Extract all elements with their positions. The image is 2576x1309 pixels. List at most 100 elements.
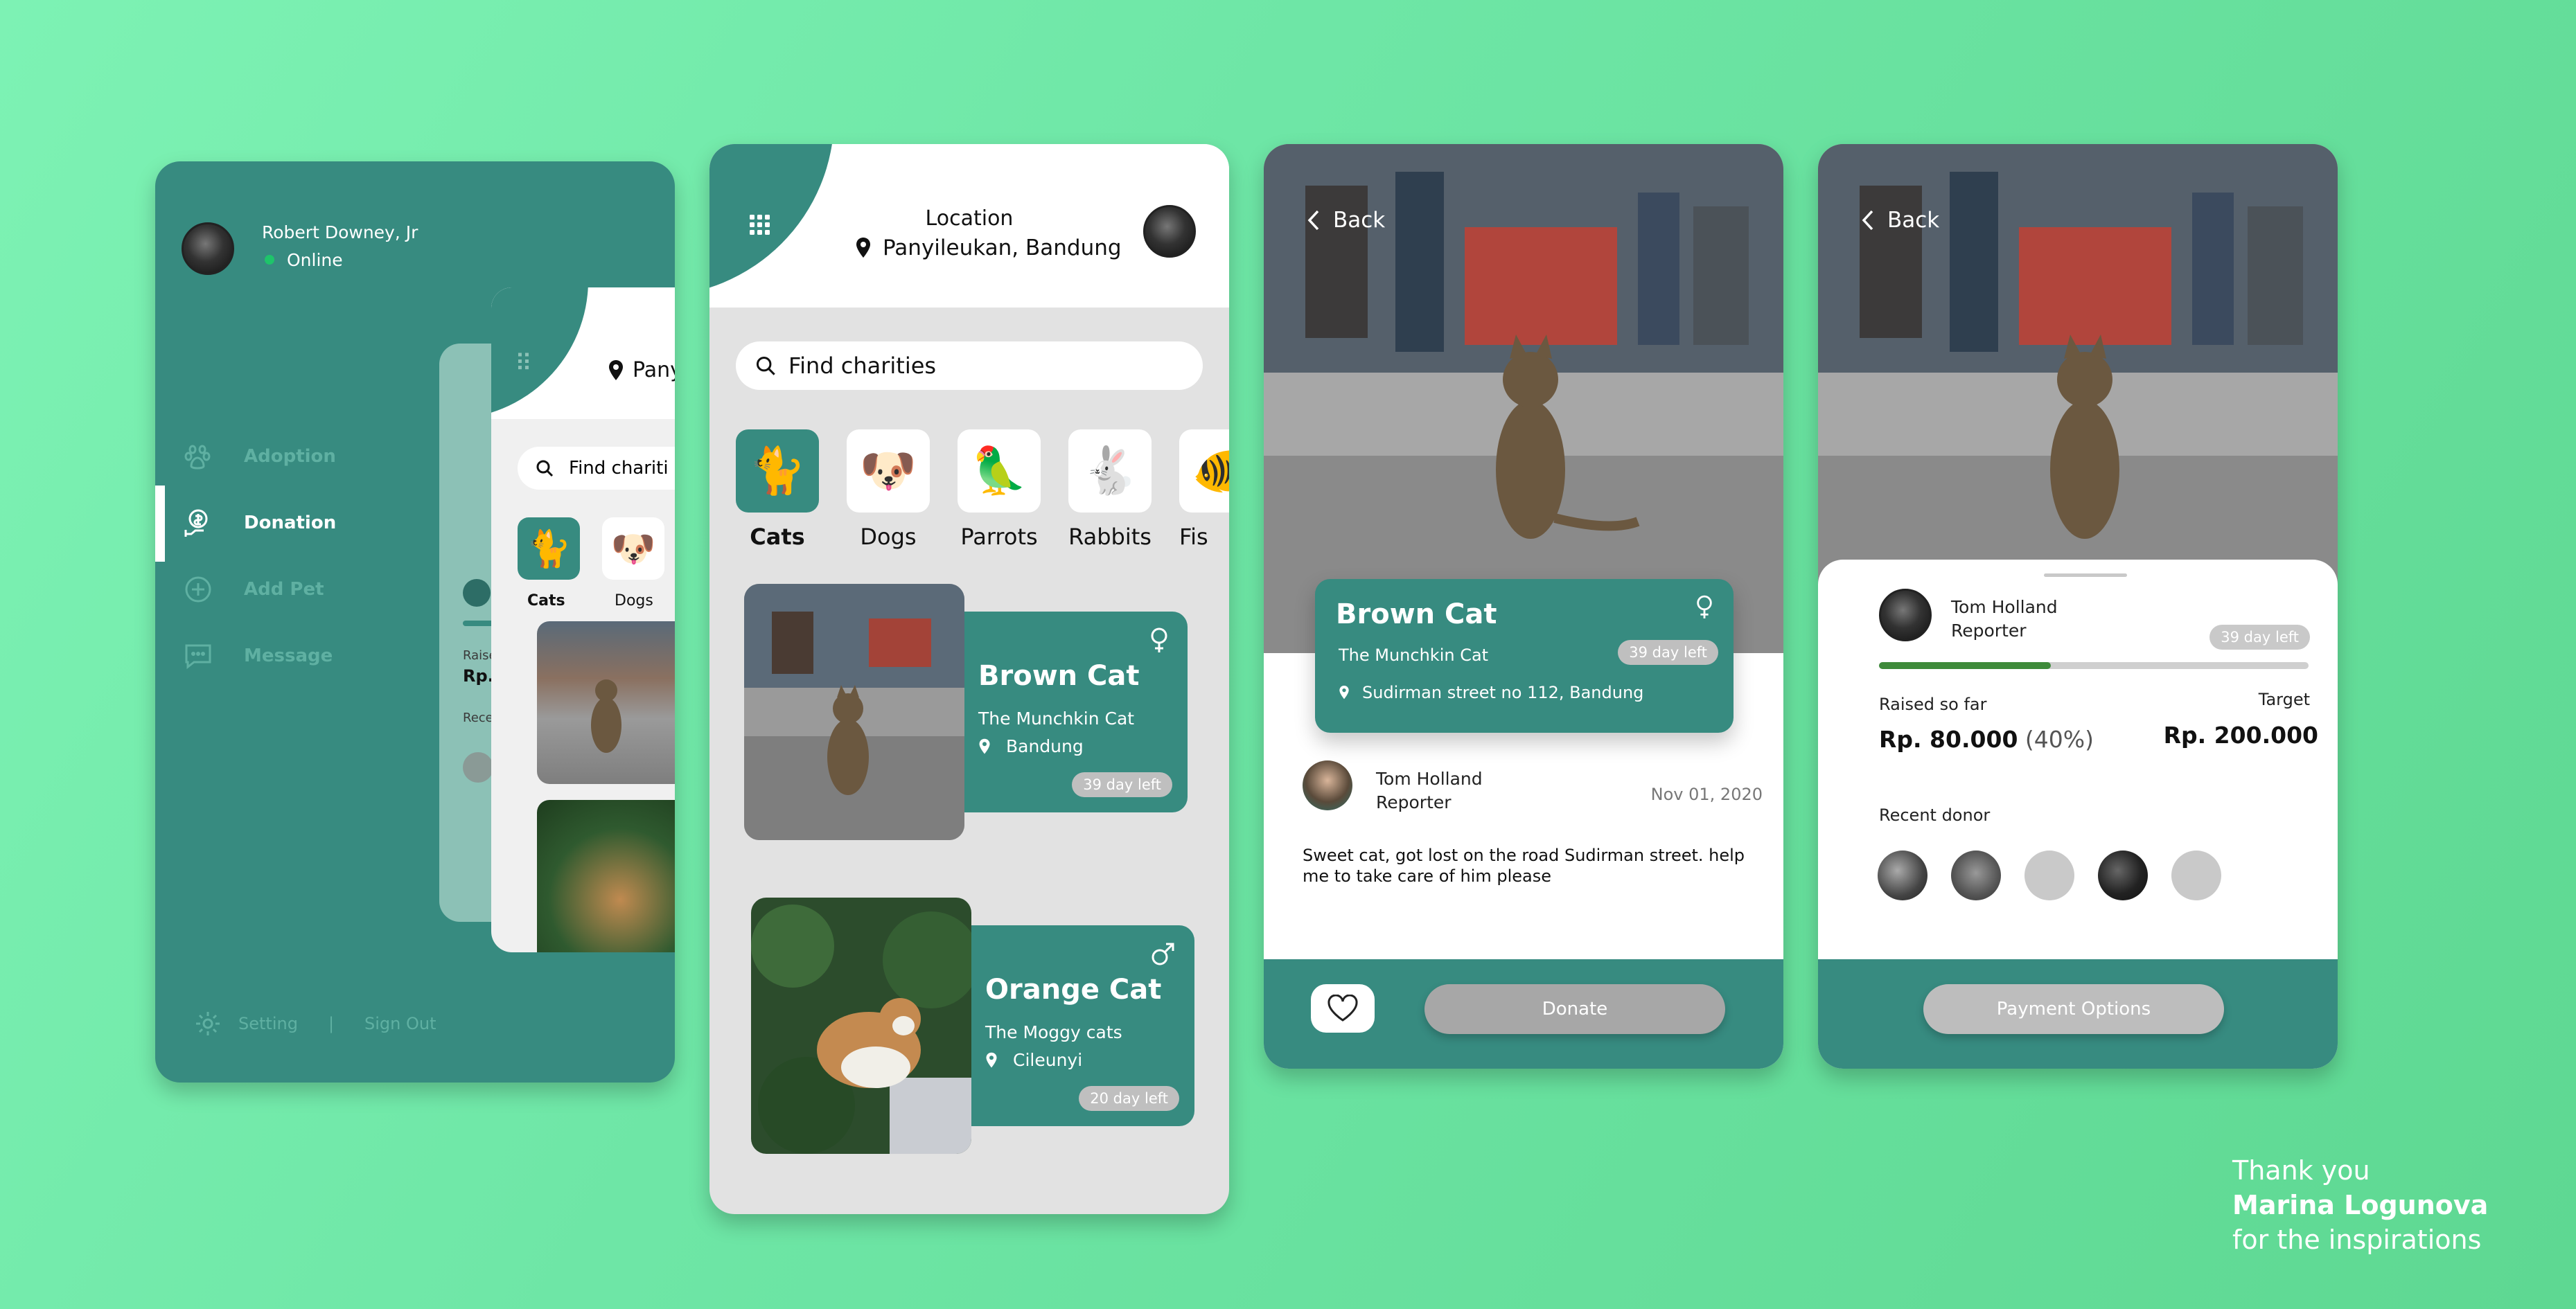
days-left-badge: 20 day left [1079, 1086, 1179, 1111]
setting-link[interactable]: Setting [238, 1014, 298, 1033]
menu-label-adoption: Adoption [244, 446, 336, 467]
pet-detail-screen: Back Brown Cat The Munchkin Cat 39 day l… [1264, 144, 1783, 1069]
profile-avatar[interactable] [1143, 205, 1196, 258]
online-status-dot [265, 255, 274, 265]
menu-item-message[interactable]: Message [183, 635, 333, 677]
donor-avatar[interactable] [2098, 851, 2148, 900]
donor-avatar[interactable] [1951, 851, 2001, 900]
chevron-left-icon [1862, 210, 1873, 231]
peek-avatar [463, 579, 491, 607]
dog-icon: 🐶 [847, 429, 930, 513]
peek-menu-icon[interactable]: ⠿ [515, 350, 533, 377]
days-left-badge: 39 day left [1618, 640, 1718, 665]
back-label: Back [1887, 208, 1940, 233]
paw-icon [184, 445, 211, 470]
menu-label-donation: Donation [244, 513, 337, 533]
footer-separator: | [328, 1014, 335, 1033]
reporter-role: Reporter [1951, 621, 2027, 641]
peek-search-text: Find chariti [569, 458, 669, 479]
female-icon [1697, 595, 1712, 618]
peek-recent-label: Rece [463, 711, 493, 725]
cat-icon: 🐈 [736, 429, 819, 513]
raised-label: Raised so far [1879, 695, 1987, 714]
credits-line-1: Thank you [2232, 1155, 2370, 1186]
favorite-button[interactable] [1311, 984, 1375, 1033]
search-icon [756, 356, 775, 375]
pet-breed: The Moggy cats [985, 1022, 1122, 1042]
category-fish[interactable]: 🐠 Fis [1179, 429, 1229, 550]
peek-orange-cat-photo[interactable] [537, 800, 675, 952]
pet-photo-brown-cat [744, 584, 964, 840]
location-value: Panyileukan, Bandung [883, 235, 1122, 260]
payment-options-button[interactable]: Payment Options [1923, 984, 2224, 1034]
search-placeholder: Find charities [788, 353, 937, 379]
parrot-icon: 🦜 [958, 429, 1041, 513]
donor-avatar[interactable] [2024, 851, 2074, 900]
credits-line-3: for the inspirations [2232, 1225, 2482, 1255]
pet-info-panel: Brown Cat The Munchkin Cat Bandung 39 da… [959, 612, 1188, 812]
category-rabbits[interactable]: 🐇 Rabbits [1068, 429, 1152, 550]
menu-label-message: Message [244, 645, 333, 666]
category-label: Rabbits [1068, 524, 1152, 550]
category-dogs[interactable]: 🐶 Dogs [847, 429, 930, 550]
female-icon [1151, 627, 1167, 652]
pet-name: Orange Cat [985, 974, 1162, 1006]
back-button[interactable]: Back [1307, 208, 1385, 233]
reporter-name: Tom Holland [1376, 769, 1483, 789]
peek-search[interactable]: Find chariti [518, 447, 675, 490]
peek-dogs-tile[interactable]: 🐶 [602, 517, 664, 580]
peek-cats-label: Cats [527, 592, 565, 609]
heart-icon [1327, 995, 1358, 1022]
pet-address: Sudirman street no 112, Bandung [1339, 683, 1643, 702]
category-cats[interactable]: 🐈 Cats [736, 429, 819, 550]
donate-button[interactable]: Donate [1424, 984, 1725, 1034]
user-status: Online [287, 250, 343, 270]
days-left-badge: 39 day left [1072, 772, 1172, 797]
donation-progress-track [1879, 662, 2309, 669]
pet-card-orange-cat[interactable]: Orange Cat The Moggy cats Cileunyi 20 da… [751, 898, 1194, 1154]
peek-location: Pany [608, 358, 675, 382]
user-avatar[interactable] [182, 222, 234, 275]
peek-cats-tile[interactable]: 🐈 [518, 517, 580, 580]
back-label: Back [1333, 208, 1386, 233]
menu-item-adoption[interactable]: Adoption [183, 436, 336, 477]
pet-location-text: Cileunyi [1013, 1050, 1083, 1070]
pet-card-brown-cat[interactable]: Brown Cat The Munchkin Cat Bandung 39 da… [744, 584, 1188, 840]
fish-icon: 🐠 [1179, 429, 1229, 513]
donor-avatar[interactable] [2171, 851, 2221, 900]
location-pin-icon [979, 738, 990, 754]
pet-breed: The Munchkin Cat [978, 709, 1135, 729]
credits: Thank you Marina Logunova for the inspir… [2232, 1153, 2488, 1257]
pet-description: Sweet cat, got lost on the road Sudirman… [1303, 846, 1745, 886]
location-selector[interactable]: Panyileukan, Bandung [855, 235, 1122, 260]
target-value: Rp. 200.000 [2163, 722, 2318, 749]
donor-avatar[interactable] [1878, 851, 1927, 900]
pet-info-card: Brown Cat The Munchkin Cat 39 day left S… [1315, 579, 1733, 733]
menu-item-add-pet[interactable]: Add Pet [183, 569, 324, 610]
location-pin-icon [1339, 686, 1349, 700]
category-label: Dogs [860, 524, 917, 550]
search-input[interactable]: Find charities [736, 341, 1203, 390]
menu-item-donation[interactable]: Donation [183, 502, 336, 544]
category-parrots[interactable]: 🦜 Parrots [958, 429, 1041, 550]
raised-percent: (40%) [2024, 726, 2094, 753]
peek-cat-photo[interactable] [537, 621, 675, 784]
gear-icon[interactable] [194, 1010, 222, 1038]
reporter-avatar[interactable] [1879, 589, 1932, 641]
menu-screen: Robert Downey, Jr Online Raise Rp. Rece … [155, 161, 675, 1083]
reporter-avatar[interactable] [1303, 760, 1352, 810]
back-button[interactable]: Back [1861, 208, 1939, 233]
category-label: Cats [750, 524, 805, 550]
peek-raised-value: Rp. [463, 666, 494, 686]
raised-value: Rp. 80.000 [1879, 726, 2018, 753]
sheet-drag-handle[interactable] [2044, 573, 2127, 577]
user-name: Robert Downey, Jr [262, 222, 418, 242]
pet-location: Bandung [978, 736, 1084, 756]
report-date: Nov 01, 2020 [1650, 785, 1763, 804]
pet-name: Brown Cat [1336, 598, 1497, 630]
location-pin-icon [986, 1052, 997, 1067]
category-label: Fis [1179, 524, 1208, 550]
pet-name: Brown Cat [978, 660, 1140, 692]
donation-progress-fill [1879, 662, 2051, 669]
sign-out-link[interactable]: Sign Out [364, 1014, 436, 1033]
